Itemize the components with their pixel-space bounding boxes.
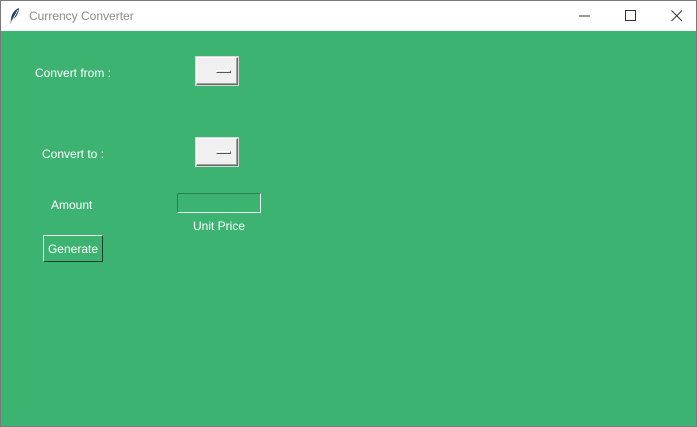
- title-bar[interactable]: Currency Converter: [1, 1, 696, 31]
- generate-button[interactable]: Generate: [43, 235, 103, 262]
- amount-label: Amount: [51, 198, 93, 212]
- dropdown-indicator-icon: [216, 70, 231, 73]
- feather-icon: [8, 7, 22, 25]
- convert-from-label: Convert from :: [35, 66, 112, 80]
- main-content: Convert from : Convert to : Amount Unit …: [1, 31, 696, 426]
- amount-input[interactable]: [177, 193, 261, 213]
- minimize-button[interactable]: [562, 1, 608, 31]
- window-title: Currency Converter: [29, 9, 134, 23]
- app-window: Currency Converter Convert from : Conver…: [0, 0, 697, 427]
- convert-to-label: Convert to :: [42, 147, 105, 161]
- dropdown-indicator-icon: [216, 151, 231, 154]
- minimize-icon: [579, 15, 590, 17]
- close-button[interactable]: [654, 1, 696, 31]
- convert-to-dropdown[interactable]: [196, 138, 238, 166]
- convert-from-dropdown[interactable]: [196, 57, 238, 85]
- unit-price-label: Unit Price: [193, 219, 246, 233]
- maximize-icon: [625, 10, 636, 21]
- maximize-button[interactable]: [608, 1, 654, 31]
- close-icon: [671, 10, 683, 22]
